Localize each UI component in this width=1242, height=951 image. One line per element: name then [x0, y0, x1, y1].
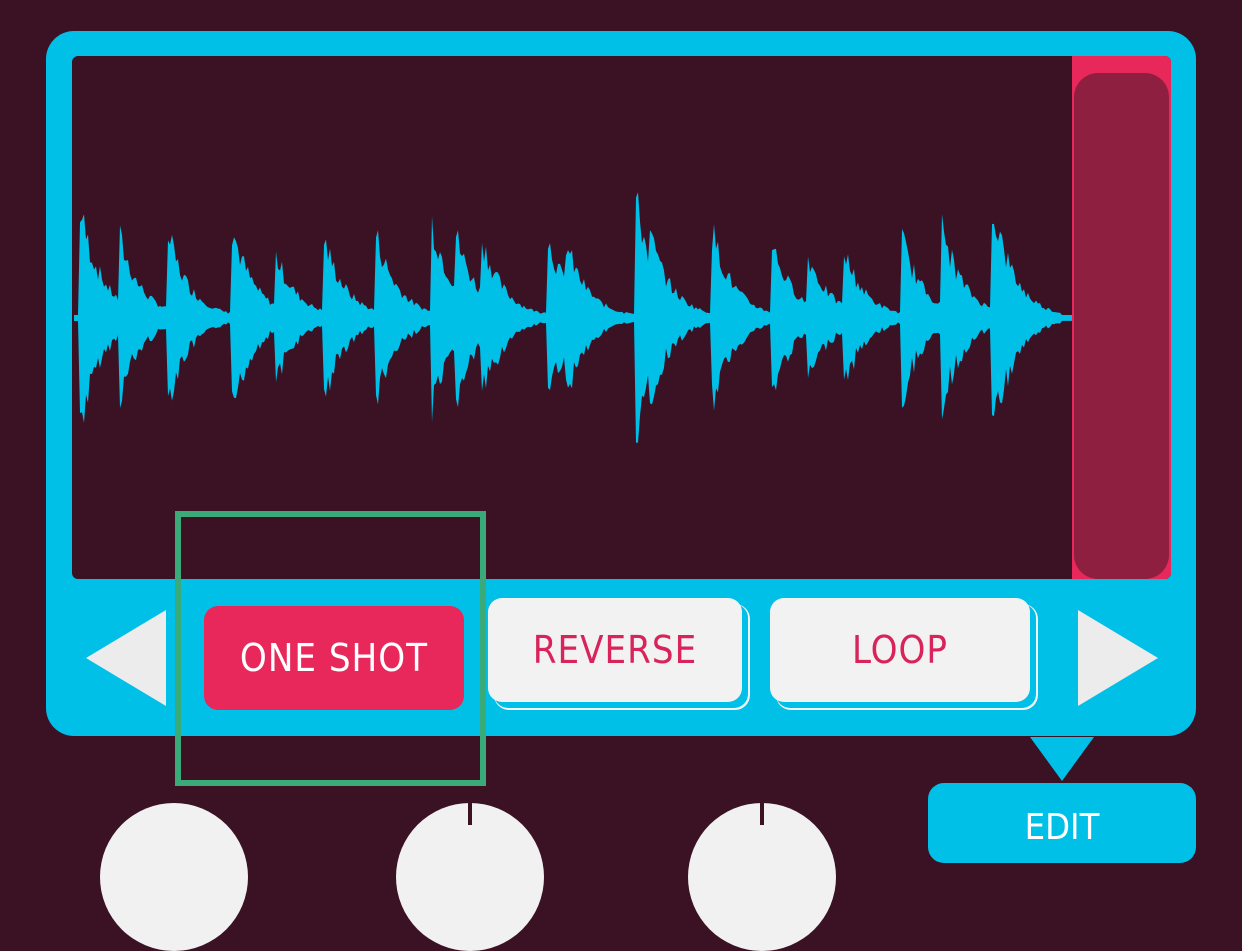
- edit-tab[interactable]: EDIT: [928, 783, 1196, 863]
- waveform-display[interactable]: [72, 56, 1171, 579]
- knob-indicator: [468, 803, 472, 825]
- waveform-path: [74, 192, 1164, 443]
- previous-arrow-icon[interactable]: [86, 610, 166, 706]
- knob-1[interactable]: [100, 803, 248, 951]
- knob-3[interactable]: [688, 803, 836, 951]
- selection-highlight: [175, 511, 486, 786]
- next-arrow-icon[interactable]: [1078, 610, 1158, 706]
- edit-pointer-icon: [1030, 737, 1094, 781]
- waveform-graphic: [74, 192, 1164, 443]
- reverse-button[interactable]: REVERSE: [488, 598, 742, 702]
- loop-button[interactable]: LOOP: [770, 598, 1030, 702]
- sample-end-handle[interactable]: [1074, 73, 1169, 579]
- knob-indicator: [760, 803, 764, 825]
- knob-2[interactable]: [396, 803, 544, 951]
